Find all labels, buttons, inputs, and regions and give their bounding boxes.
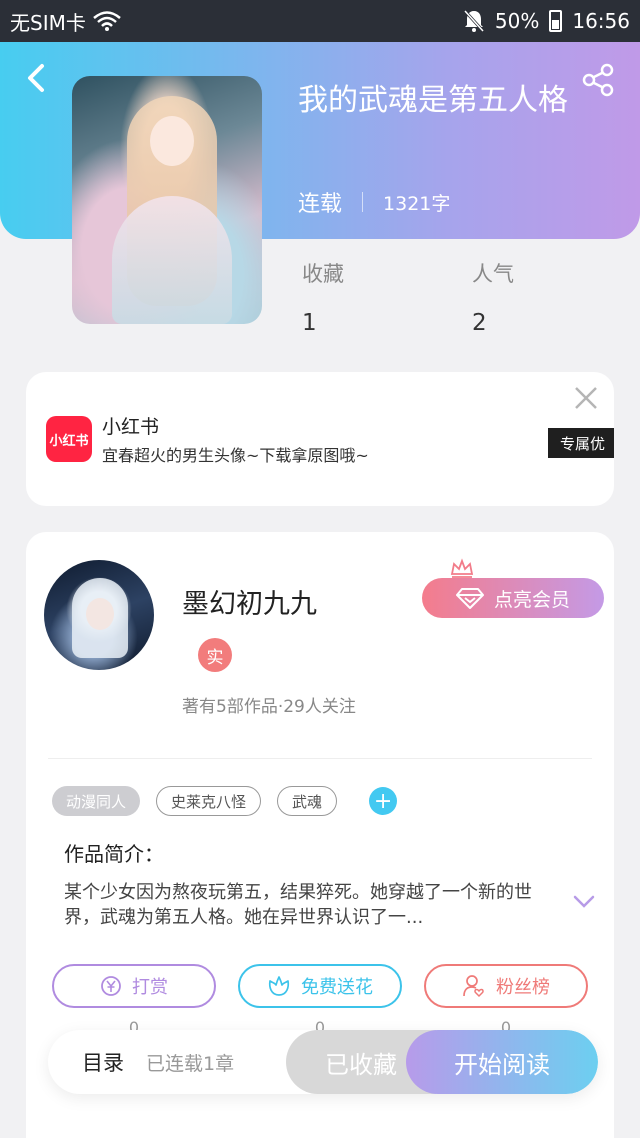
battery-icon <box>549 10 563 32</box>
intro-text: 某个少女因为熬夜玩第五，结果猝死。她穿越了一个新的世界，武魂为第五人格。她在异世… <box>64 882 532 928</box>
vip-button[interactable]: 点亮会员 <box>422 578 604 618</box>
stat-popularity: 人气 2 <box>472 258 514 336</box>
diamond-icon <box>455 588 484 609</box>
book-cover-image[interactable] <box>72 76 262 324</box>
ad-brand: 小红书 <box>102 416 160 438</box>
meta-divider <box>362 192 364 212</box>
divider <box>48 758 592 759</box>
table-of-contents-button[interactable]: 目录 已连载1章 <box>82 1030 234 1094</box>
flower-icon <box>268 976 290 996</box>
clock-time: 16:56 <box>572 9 630 33</box>
back-arrow-icon[interactable] <box>22 60 52 96</box>
action-label: 粉丝榜 <box>496 977 550 998</box>
bottom-action-bar: 目录 已连载1章 已收藏 开始阅读 <box>48 1030 598 1094</box>
serial-status: 连载 <box>298 192 343 217</box>
yuan-coin-icon <box>101 976 121 996</box>
crown-icon <box>450 558 474 578</box>
status-bar: 无SIM卡 50% 16:56 <box>0 0 640 42</box>
send-flower-button[interactable]: 免费送花 0 <box>238 964 402 1037</box>
ad-description: 宜春超火的男生头像~下载拿原图哦~ <box>102 446 369 465</box>
author-avatar[interactable] <box>44 560 154 670</box>
book-title: 我的武魂是第五人格 <box>298 83 568 118</box>
author-name[interactable]: 墨幻初九九 <box>182 582 317 621</box>
toc-chapter-count: 已连载1章 <box>146 1052 235 1075</box>
fan-user-icon <box>463 975 484 998</box>
tag-item[interactable]: 动漫同人 <box>52 786 141 816</box>
xiaohongshu-logo-icon: 小红书 <box>46 416 92 462</box>
close-icon[interactable] <box>572 384 600 412</box>
ad-banner[interactable]: 小红书 小红书 宜春超火的男生头像~下载拿原图哦~ 专属优 <box>26 372 614 506</box>
ad-exclusive-chip[interactable]: 专属优 <box>548 428 614 458</box>
carrier-text: 无SIM卡 <box>10 10 86 35</box>
stat-value: 2 <box>472 310 487 336</box>
action-label: 免费送花 <box>301 977 373 998</box>
author-info: 著有5部作品·29人关注 <box>182 697 356 717</box>
fan-ranking-button[interactable]: 粉丝榜 0 <box>424 964 588 1037</box>
stat-label: 人气 <box>472 262 514 286</box>
bell-off-icon <box>463 9 485 33</box>
battery-percent: 50% <box>494 9 540 33</box>
add-tag-plus-icon[interactable]: + <box>369 787 398 815</box>
chevron-down-icon[interactable] <box>572 894 596 910</box>
tag-item[interactable]: 史莱克八怪 <box>156 786 262 816</box>
stat-value: 1 <box>302 310 317 336</box>
stat-label: 收藏 <box>302 262 344 286</box>
start-reading-button[interactable]: 开始阅读 <box>406 1030 598 1094</box>
vip-button-label: 点亮会员 <box>493 588 570 611</box>
verified-badge: 实 <box>198 638 232 672</box>
tag-list: 动漫同人 史莱克八怪 武魂 + <box>52 786 398 816</box>
word-count: 1321字 <box>383 192 451 215</box>
intro-heading: 作品简介： <box>64 842 164 866</box>
stat-favorites: 收藏 1 <box>302 258 344 336</box>
wifi-icon <box>93 11 121 31</box>
action-label: 打赏 <box>132 977 168 998</box>
toc-label: 目录 <box>82 1051 124 1075</box>
book-meta: 连载 1321字 <box>298 186 450 218</box>
tip-button[interactable]: 打赏 0 <box>52 964 216 1037</box>
tag-item[interactable]: 武魂 <box>277 786 338 816</box>
